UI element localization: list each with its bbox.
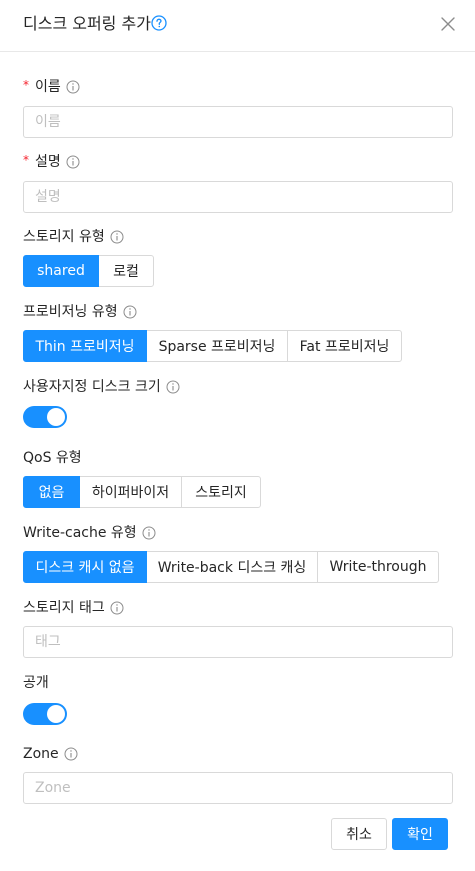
ok-button[interactable]: 확인	[392, 818, 448, 850]
custom-disk-size-label-text: 사용자지정 디스크 크기	[23, 379, 161, 395]
info-circle-icon	[123, 305, 137, 319]
info-circle-icon	[142, 526, 156, 540]
dialog-header: 디스크 오퍼링 추가	[0, 0, 475, 52]
custom-disk-size-label: 사용자지정 디스크 크기	[23, 377, 180, 397]
required-mark: *	[23, 78, 29, 92]
provisioning-type-label: 프로비저닝 유형	[23, 302, 137, 322]
switch-knob	[47, 705, 65, 723]
qos-storage-option[interactable]: 스토리지	[181, 476, 261, 508]
storage-type-radio-group: shared 로컬	[23, 255, 154, 287]
name-label-text: 이름	[35, 79, 61, 95]
write-cache-none-option[interactable]: 디스크 캐시 없음	[23, 551, 147, 583]
provisioning-type-label-text: 프로비저닝 유형	[23, 304, 118, 320]
info-circle-icon	[64, 747, 78, 761]
zone-label-text: Zone	[23, 746, 59, 762]
qos-type-radio-group: 없음 하이퍼바이저 스토리지	[23, 476, 261, 508]
cancel-button[interactable]: 취소	[331, 818, 387, 850]
qos-hypervisor-option[interactable]: 하이퍼바이저	[79, 476, 182, 508]
info-circle-icon	[66, 155, 80, 169]
required-mark: *	[23, 153, 29, 167]
storage-type-shared-option[interactable]: shared	[23, 255, 99, 287]
storage-type-label: 스토리지 유형	[23, 227, 124, 247]
qos-type-label: QoS 유형	[23, 448, 82, 468]
description-label: * 설명	[23, 152, 80, 172]
storage-tags-select[interactable]	[23, 626, 453, 658]
zone-label: Zone	[23, 744, 78, 764]
info-circle-icon	[110, 601, 124, 615]
name-input[interactable]	[23, 106, 453, 138]
public-label: 공개	[23, 673, 49, 693]
question-circle-icon[interactable]	[151, 15, 167, 31]
public-label-text: 공개	[23, 675, 49, 691]
storage-tags-label-text: 스토리지 태그	[23, 600, 105, 616]
storage-type-local-option[interactable]: 로컬	[98, 255, 154, 287]
name-label: * 이름	[23, 77, 80, 97]
provisioning-sparse-option[interactable]: Sparse 프로비저닝	[146, 330, 288, 362]
write-cache-writethrough-option[interactable]: Write-through	[317, 551, 439, 583]
write-cache-type-radio-group: 디스크 캐시 없음 Write-back 디스크 캐싱 Write-throug…	[23, 551, 439, 583]
description-label-text: 설명	[35, 154, 61, 170]
write-cache-writeback-option[interactable]: Write-back 디스크 캐싱	[146, 551, 318, 583]
zone-select[interactable]	[23, 772, 453, 804]
info-circle-icon	[110, 230, 124, 244]
provisioning-thin-option[interactable]: Thin 프로비저닝	[23, 330, 147, 362]
provisioning-type-radio-group: Thin 프로비저닝 Sparse 프로비저닝 Fat 프로비저닝	[23, 330, 402, 362]
provisioning-fat-option[interactable]: Fat 프로비저닝	[287, 330, 402, 362]
info-circle-icon	[66, 80, 80, 94]
write-cache-type-label: Write-cache 유형	[23, 523, 156, 543]
qos-type-label-text: QoS 유형	[23, 450, 82, 466]
dialog-title: 디스크 오퍼링 추가	[23, 14, 151, 33]
qos-none-option[interactable]: 없음	[23, 476, 80, 508]
switch-knob	[47, 408, 65, 426]
storage-tags-label: 스토리지 태그	[23, 598, 124, 618]
description-input[interactable]	[23, 181, 453, 213]
write-cache-type-label-text: Write-cache 유형	[23, 525, 137, 541]
close-icon[interactable]	[441, 17, 455, 31]
public-switch[interactable]	[23, 703, 67, 725]
info-circle-icon	[166, 380, 180, 394]
custom-disk-size-switch[interactable]	[23, 406, 67, 428]
storage-type-label-text: 스토리지 유형	[23, 229, 105, 245]
